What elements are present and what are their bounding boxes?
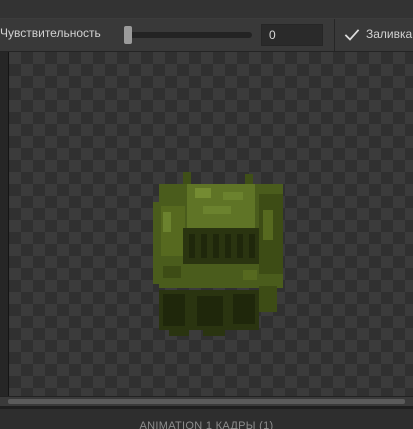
sensitivity-slider-thumb[interactable] (124, 26, 132, 44)
sensitivity-label: Чувствительность (0, 26, 101, 40)
timeline-header: ANIMATION 1 КАДРЫ (1) (0, 409, 413, 429)
sensitivity-slider[interactable] (124, 32, 252, 38)
animation-frames-title: ANIMATION 1 КАДРЫ (1) (139, 420, 274, 429)
horizontal-scrollbar[interactable] (0, 396, 413, 406)
checkmark-icon (344, 29, 360, 41)
sprite-editor-panel: Чувствительность Заливка (0, 0, 413, 429)
horizontal-scrollbar-thumb[interactable] (8, 399, 405, 404)
green-backpack-sprite (153, 172, 283, 336)
top-strip (0, 0, 413, 19)
sprite-canvas[interactable] (9, 52, 413, 396)
fill-checkbox[interactable] (344, 27, 360, 43)
toolbar: Чувствительность Заливка (0, 19, 413, 52)
sensitivity-input[interactable] (261, 24, 323, 46)
fill-label[interactable]: Заливка (366, 27, 412, 41)
toolbar-divider (334, 19, 335, 51)
